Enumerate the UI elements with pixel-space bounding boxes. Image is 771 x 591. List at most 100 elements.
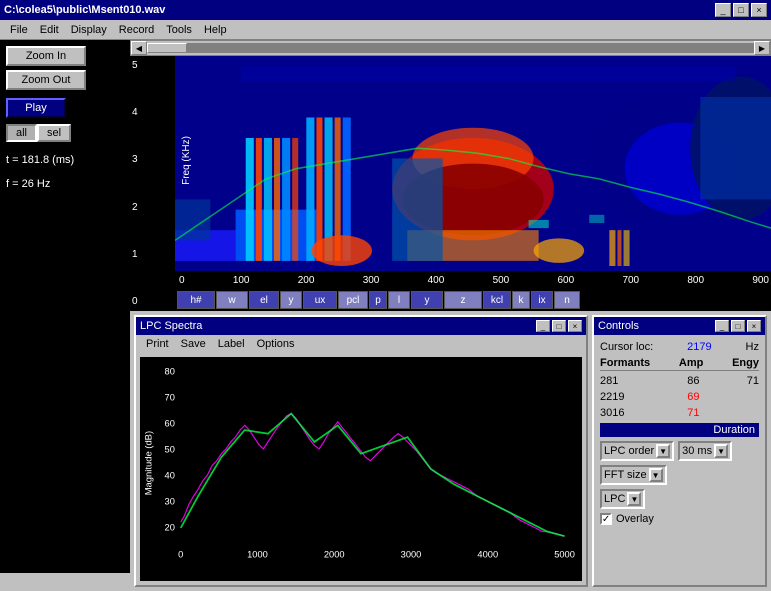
lpc-order-arrow[interactable]: ▼ (656, 444, 670, 458)
lpc-plot-svg: 80 70 60 50 40 30 20 0 1000 2000 3000 40… (140, 357, 582, 581)
svg-text:3000: 3000 (401, 549, 422, 559)
scroll-left-button[interactable]: ◀ (131, 41, 147, 55)
menu-help[interactable]: Help (198, 23, 233, 37)
title-bar: C:\colea5\public\Msent010.wav _ □ × (0, 0, 771, 20)
phoneme-ix: ix (531, 291, 553, 309)
minimize-button[interactable]: _ (715, 3, 731, 17)
xaxis-100: 100 (233, 275, 250, 286)
lpc-minimize-button[interactable]: _ (536, 320, 550, 332)
fft-size-arrow[interactable]: ▼ (649, 468, 663, 482)
lpc-arrow[interactable]: ▼ (627, 492, 641, 506)
play-sel-button[interactable]: sel (37, 124, 71, 142)
fft-size-row: FFT size ▼ (600, 465, 759, 485)
formant-1-amp: 86 (670, 375, 700, 387)
ctrl-minimize-button[interactable]: _ (715, 320, 729, 332)
horizontal-scrollbar-top[interactable]: ◀ ▶ (130, 40, 771, 56)
xaxis-0: 0 (179, 275, 185, 286)
menu-file[interactable]: File (4, 23, 34, 37)
xaxis-900: 900 (752, 275, 769, 286)
menu-display[interactable]: Display (65, 23, 113, 37)
close-button[interactable]: × (751, 3, 767, 17)
lpc-order-value-arrow[interactable]: ▼ (714, 444, 728, 458)
menu-record[interactable]: Record (113, 23, 160, 37)
overlay-checkbox[interactable]: ✓ (600, 513, 612, 525)
formant-2-amp: 69 (670, 391, 700, 403)
lpc-menu-label[interactable]: Label (212, 338, 251, 350)
scroll-thumb[interactable] (147, 43, 187, 53)
svg-text:0: 0 (178, 549, 183, 559)
lpc-close-button[interactable]: × (568, 320, 582, 332)
ctrl-maximize-button[interactable]: □ (731, 320, 745, 332)
lpc-menu-save[interactable]: Save (175, 338, 212, 350)
bottom-section: LPC Spectra _ □ × Print Save Label Optio… (130, 311, 771, 591)
lpc-title: LPC Spectra (140, 320, 202, 332)
lpc-titlebar: LPC Spectra _ □ × (136, 317, 586, 335)
xaxis-500: 500 (493, 275, 510, 286)
xaxis-200: 200 (298, 275, 315, 286)
svg-text:30: 30 (165, 496, 175, 506)
freq-axis-label: Freq (KHz) (181, 136, 192, 185)
formant-row-1: 281 86 71 (600, 375, 759, 387)
lpc-order-value-dropdown[interactable]: 30 ms ▼ (678, 441, 732, 461)
phoneme-p: p (369, 291, 387, 309)
lpc-menubar: Print Save Label Options (136, 335, 586, 353)
lpc-maximize-button[interactable]: □ (552, 320, 566, 332)
menu-tools[interactable]: Tools (160, 23, 198, 37)
cursor-loc-unit: Hz (746, 341, 759, 353)
lpc-row: LPC ▼ (600, 489, 759, 509)
maximize-button[interactable]: □ (733, 3, 749, 17)
spectrogram-main: 0 100 200 300 400 500 600 700 800 900 h# (175, 56, 771, 311)
zoom-out-button[interactable]: Zoom Out (6, 70, 86, 90)
formant-3-engy (729, 407, 759, 419)
xaxis-300: 300 (363, 275, 380, 286)
formant-1-freq: 281 (600, 375, 640, 387)
right-main: ◀ ▶ 5 4 3 2 1 0 (130, 40, 771, 573)
yaxis-label-3: 3 (132, 154, 173, 165)
lpc-plot: 80 70 60 50 40 30 20 0 1000 2000 3000 40… (140, 357, 582, 581)
svg-text:50: 50 (165, 445, 175, 455)
left-panel: Zoom In Zoom Out Play all sel t = 181.8 … (0, 40, 130, 573)
lpc-label: LPC (604, 493, 625, 505)
fft-size-dropdown[interactable]: FFT size ▼ (600, 465, 667, 485)
svg-text:5000: 5000 (554, 549, 575, 559)
phoneme-y2: y (411, 291, 443, 309)
phoneme-z: z (444, 291, 482, 309)
controls-window-controls: _ □ × (715, 320, 761, 332)
svg-text:Magnitude (dB): Magnitude (dB) (144, 431, 154, 495)
yaxis-label-4: 4 (132, 107, 173, 118)
ctrl-close-button[interactable]: × (747, 320, 761, 332)
lpc-menu-options[interactable]: Options (251, 338, 301, 350)
yaxis-label-0: 0 (132, 296, 173, 307)
formant-row-2: 2219 69 (600, 391, 759, 403)
formants-col3: Engy (732, 357, 759, 369)
phoneme-k: k (512, 291, 530, 309)
phoneme-pcl: pcl (338, 291, 368, 309)
zoom-in-button[interactable]: Zoom In (6, 46, 86, 66)
time-status: t = 181.8 (ms) (6, 154, 124, 166)
scroll-track[interactable] (147, 43, 754, 53)
phoneme-h#: h# (177, 291, 215, 309)
lpc-menu-print[interactable]: Print (140, 338, 175, 350)
xaxis-400: 400 (428, 275, 445, 286)
lpc-order-dropdown[interactable]: LPC order ▼ (600, 441, 674, 461)
phoneme-bar: h# w el y ux pcl p l y z kcl k ix n (175, 289, 771, 311)
controls-window: Controls _ □ × Cursor loc: 2179 Hz (592, 315, 767, 587)
menu-edit[interactable]: Edit (34, 23, 65, 37)
play-all-button[interactable]: all (6, 124, 37, 142)
svg-text:80: 80 (165, 367, 175, 377)
lpc-window-controls: _ □ × (536, 320, 582, 332)
spectrogram-canvas[interactable] (175, 56, 771, 271)
formant-row-3: 3016 71 (600, 407, 759, 419)
overlay-label: Overlay (616, 513, 654, 525)
yaxis-label-1: 1 (132, 249, 173, 260)
xaxis-bar: 0 100 200 300 400 500 600 700 800 900 (175, 271, 771, 289)
duration-header: Duration (600, 423, 759, 437)
lpc-dropdown[interactable]: LPC ▼ (600, 489, 645, 509)
formants-col2: Amp (679, 357, 703, 369)
scroll-right-button[interactable]: ▶ (754, 41, 770, 55)
controls-titlebar: Controls _ □ × (594, 317, 765, 335)
xaxis-600: 600 (558, 275, 575, 286)
formant-2-freq: 2219 (600, 391, 640, 403)
lpc-order-row: LPC order ▼ 30 ms ▼ (600, 441, 759, 461)
play-button[interactable]: Play (6, 98, 66, 118)
